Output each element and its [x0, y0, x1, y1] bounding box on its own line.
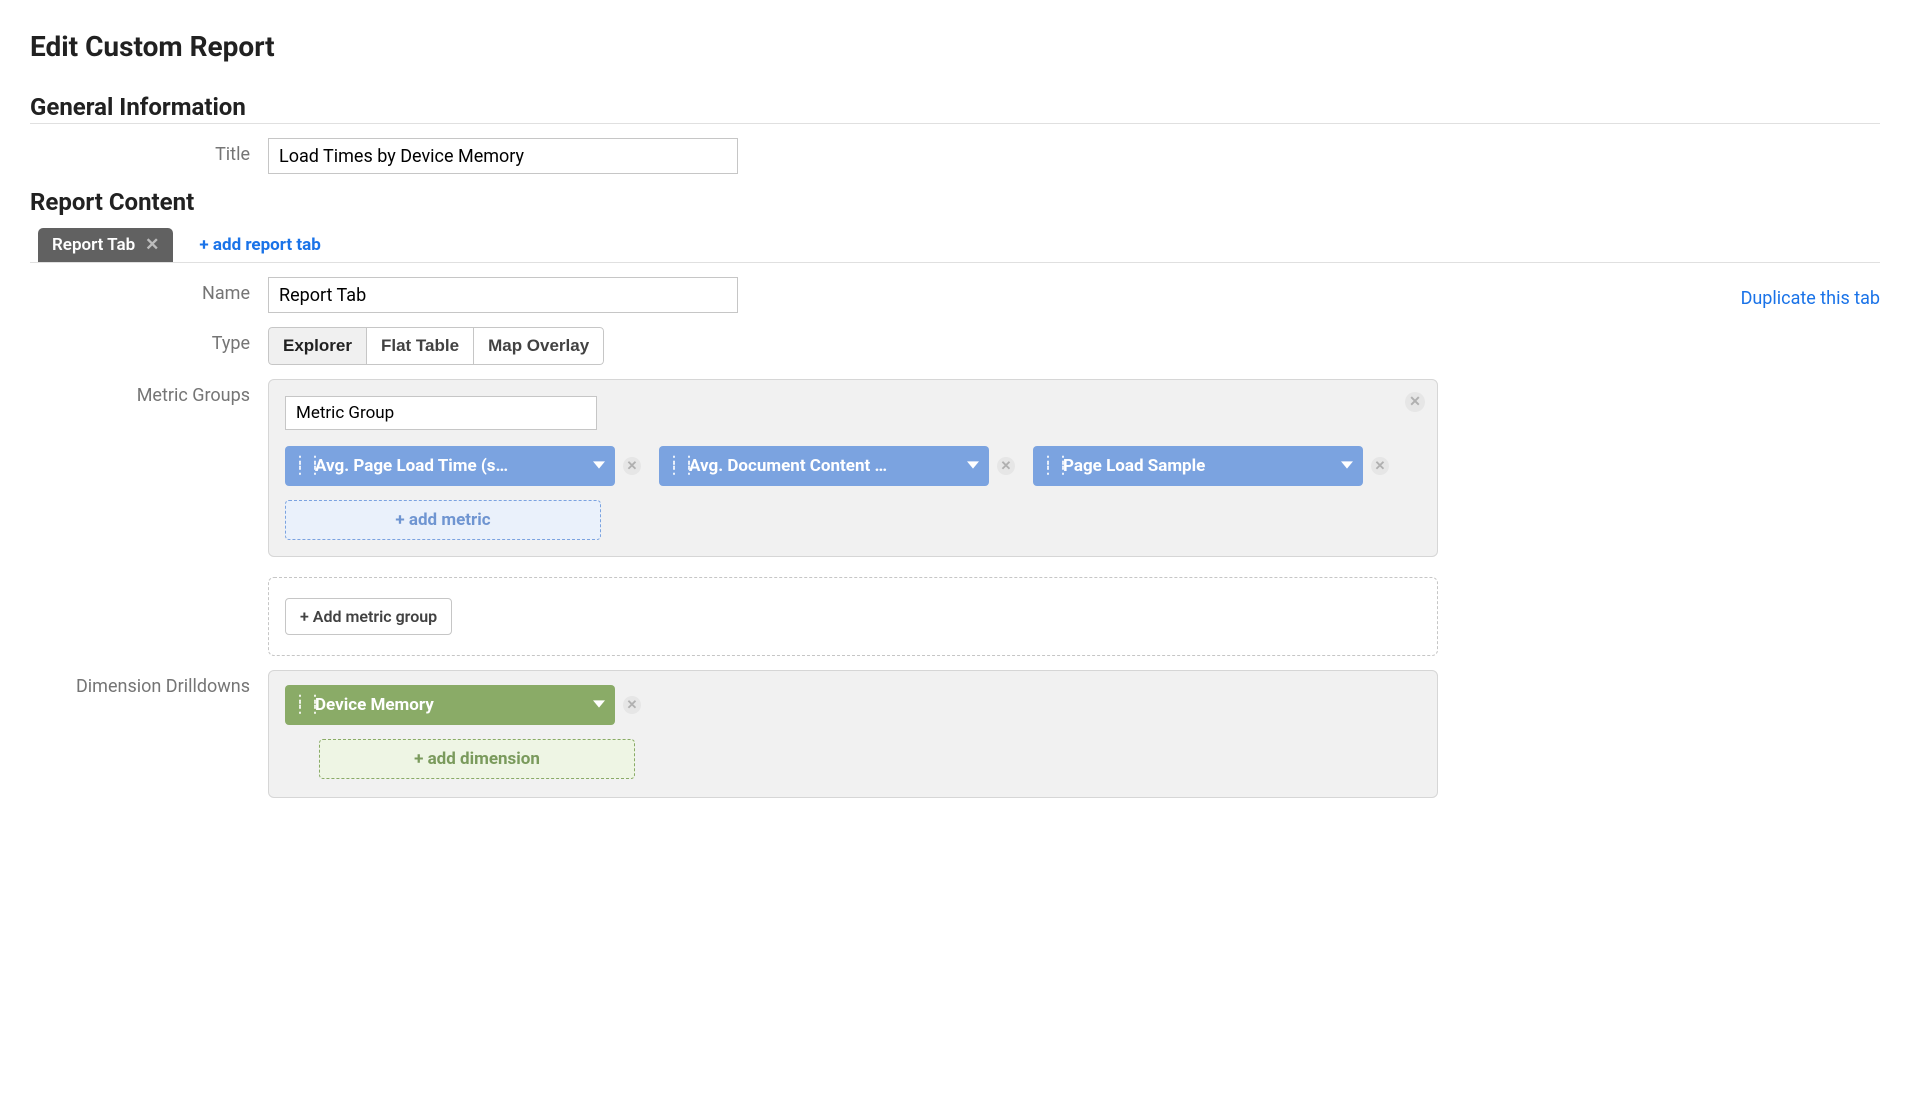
close-icon[interactable]: ✕ [145, 235, 159, 255]
report-tab[interactable]: Report Tab ✕ [38, 228, 173, 262]
remove-metric-icon[interactable]: ✕ [1371, 457, 1389, 475]
add-metric-button[interactable]: + add metric [285, 500, 601, 540]
drag-handle-icon[interactable]: ⋮⋮⋮⋮ [293, 698, 307, 712]
title-label: Title [30, 138, 268, 165]
section-general-heading: General Information [30, 93, 1880, 124]
metric-chip-page-load-sample[interactable]: ⋮⋮⋮⋮ Page Load Sample [1033, 446, 1363, 486]
tab-name-input[interactable] [268, 277, 738, 313]
duplicate-tab-link[interactable]: Duplicate this tab [1741, 282, 1880, 309]
add-metric-group-container: + Add metric group [268, 577, 1438, 656]
remove-metric-icon[interactable]: ✕ [623, 457, 641, 475]
type-label: Type [30, 327, 268, 354]
metric-chip-avg-doc-content[interactable]: ⋮⋮⋮⋮ Avg. Document Content … [659, 446, 989, 486]
metric-groups-label: Metric Groups [30, 379, 268, 406]
title-input[interactable] [268, 138, 738, 174]
chevron-down-icon [1341, 456, 1353, 476]
chevron-down-icon [593, 456, 605, 476]
dimension-group-box: ⋮⋮⋮⋮ Device Memory ✕ + add dimension [268, 670, 1438, 798]
section-content-heading: Report Content [30, 188, 1880, 216]
page-title: Edit Custom Report [30, 30, 1880, 63]
drag-handle-icon[interactable]: ⋮⋮⋮⋮ [293, 459, 307, 473]
add-dimension-button[interactable]: + add dimension [319, 739, 635, 779]
dimension-chip-device-memory[interactable]: ⋮⋮⋮⋮ Device Memory [285, 685, 615, 725]
chevron-down-icon [967, 456, 979, 476]
add-report-tab-button[interactable]: + add report tab [199, 235, 320, 255]
add-metric-group-button[interactable]: + Add metric group [285, 598, 452, 635]
remove-metric-icon[interactable]: ✕ [997, 457, 1015, 475]
metric-chip-avg-page-load[interactable]: ⋮⋮⋮⋮ Avg. Page Load Time (s… [285, 446, 615, 486]
metric-chip-label: Avg. Document Content … [689, 456, 959, 476]
metric-group-name-input[interactable] [285, 396, 597, 430]
drag-handle-icon[interactable]: ⋮⋮⋮⋮ [1041, 459, 1055, 473]
report-tab-bar: Report Tab ✕ + add report tab [30, 228, 1880, 263]
type-toggle: Explorer Flat Table Map Overlay [268, 327, 604, 365]
metric-chip-label: Page Load Sample [1063, 456, 1333, 476]
metric-group-box: ✕ ⋮⋮⋮⋮ Avg. Page Load Time (s… ✕ ⋮⋮⋮⋮ Av… [268, 379, 1438, 557]
type-flat-table-button[interactable]: Flat Table [366, 327, 474, 365]
remove-metric-group-icon[interactable]: ✕ [1405, 392, 1425, 412]
dimension-drilldowns-label: Dimension Drilldowns [30, 670, 268, 697]
type-explorer-button[interactable]: Explorer [268, 327, 367, 365]
metric-chip-label: Avg. Page Load Time (s… [315, 456, 585, 476]
dimension-chip-label: Device Memory [315, 695, 585, 715]
drag-handle-icon[interactable]: ⋮⋮⋮⋮ [667, 459, 681, 473]
report-tab-label: Report Tab [52, 235, 135, 255]
remove-dimension-icon[interactable]: ✕ [623, 696, 641, 714]
name-label: Name [30, 277, 268, 304]
type-map-overlay-button[interactable]: Map Overlay [473, 327, 604, 365]
chevron-down-icon [593, 695, 605, 715]
